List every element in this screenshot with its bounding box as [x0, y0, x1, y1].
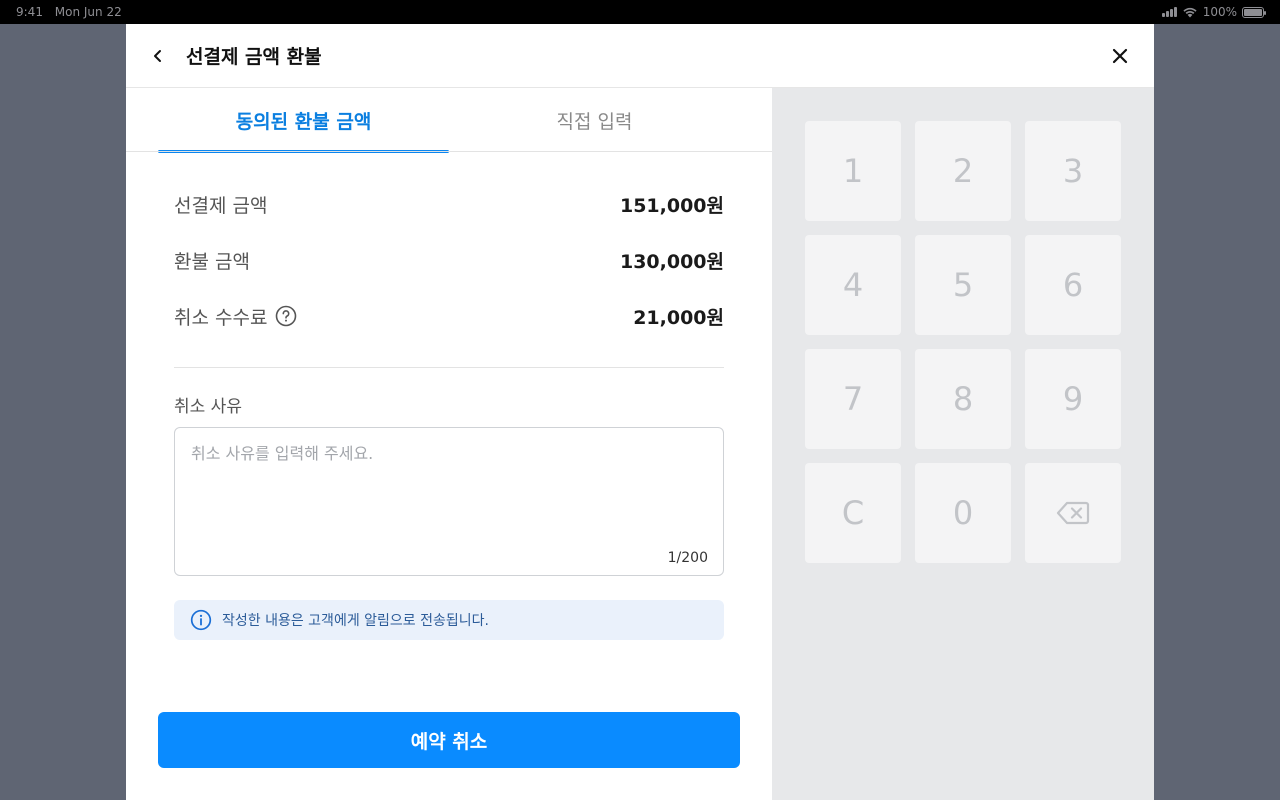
key-4[interactable]: 4 [805, 235, 901, 335]
status-time: 9:41 [16, 5, 43, 19]
signal-icon [1161, 7, 1177, 17]
key-7[interactable]: 7 [805, 349, 901, 449]
cancel-reservation-button[interactable]: 예약 취소 [158, 712, 740, 768]
key-clear[interactable]: C [805, 463, 901, 563]
keypad-panel: 1 2 3 4 5 6 7 8 9 C 0 [772, 88, 1154, 800]
refund-row: 환불 금액 130,000원 [174, 244, 724, 276]
backspace-icon [1056, 501, 1090, 525]
status-right: 100% [1161, 5, 1266, 19]
info-text: 작성한 내용은 고객에게 알림으로 전송됩니다. [222, 613, 489, 629]
info-banner: 작성한 내용은 고객에게 알림으로 전송됩니다. [174, 600, 724, 640]
page-title: 선결제 금액 환불 [186, 46, 322, 68]
prepaid-value: 151,000원 [619, 194, 724, 217]
close-button[interactable] [1106, 42, 1134, 70]
reason-input[interactable] [175, 428, 723, 538]
status-left: 9:41 Mon Jun 22 [16, 5, 130, 19]
fee-label: 취소 수수료 [174, 306, 268, 329]
key-backspace[interactable] [1025, 463, 1121, 563]
wifi-icon [1183, 7, 1197, 18]
refund-label: 환불 금액 [174, 250, 250, 273]
char-counter: 1/200 [667, 550, 708, 566]
back-button[interactable] [126, 24, 190, 88]
tab-direct-input[interactable]: 직접 입력 [449, 88, 740, 152]
keypad: 1 2 3 4 5 6 7 8 9 C 0 [805, 121, 1121, 563]
key-3[interactable]: 3 [1025, 121, 1121, 221]
info-icon [190, 609, 212, 631]
status-date: Mon Jun 22 [54, 5, 122, 19]
key-8[interactable]: 8 [915, 349, 1011, 449]
tab-agreed-refund[interactable]: 동의된 환불 금액 [158, 88, 449, 153]
tab-bar: 동의된 환불 금액 직접 입력 [158, 88, 740, 153]
refund-modal: 선결제 금액 환불 동의된 환불 금액 직접 입력 선결제 금액 151,000… [126, 24, 1154, 800]
close-icon [1112, 48, 1128, 64]
fee-label-group: 취소 수수료 [174, 303, 297, 330]
fee-value: 21,000원 [633, 306, 724, 329]
key-6[interactable]: 6 [1025, 235, 1121, 335]
key-1[interactable]: 1 [805, 121, 901, 221]
key-9[interactable]: 9 [1025, 349, 1121, 449]
key-5[interactable]: 5 [915, 235, 1011, 335]
prepaid-row: 선결제 금액 151,000원 [174, 188, 724, 220]
status-bar: 9:41 Mon Jun 22 100% [0, 0, 1280, 24]
key-0[interactable]: 0 [915, 463, 1011, 563]
battery-icon [1242, 6, 1266, 18]
modal-header: 선결제 금액 환불 [126, 24, 1154, 88]
battery-percent: 100% [1202, 5, 1237, 19]
left-panel: 동의된 환불 금액 직접 입력 선결제 금액 151,000원 환불 금액 13… [126, 88, 772, 800]
key-2[interactable]: 2 [915, 121, 1011, 221]
reason-label: 취소 사유 [174, 397, 242, 417]
refund-value: 130,000원 [619, 250, 724, 273]
chevron-left-icon [154, 49, 161, 62]
reason-box: 1/200 [174, 427, 724, 576]
section-divider [174, 367, 724, 368]
fee-row: 취소 수수료 21,000원 [174, 300, 724, 332]
tab-divider [126, 151, 772, 152]
help-icon[interactable] [275, 305, 297, 327]
prepaid-label: 선결제 금액 [174, 194, 268, 217]
